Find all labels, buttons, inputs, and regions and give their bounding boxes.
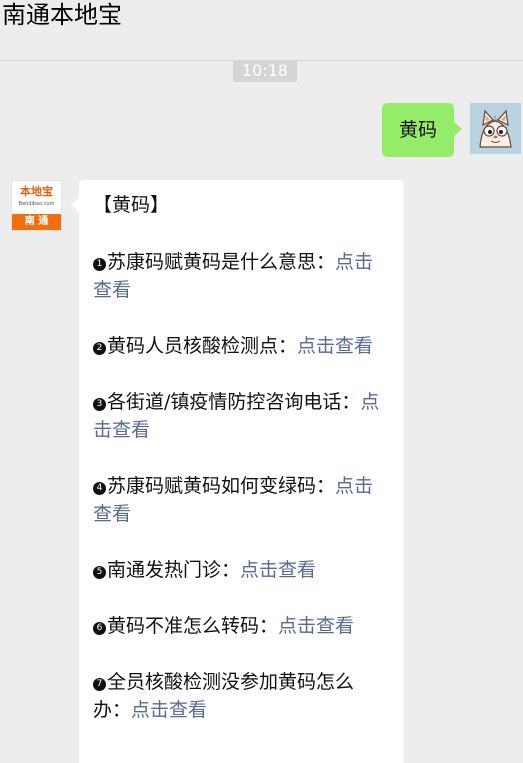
- view-link[interactable]: 点击查看: [297, 335, 373, 357]
- user-message-bubble[interactable]: 黄码: [382, 103, 454, 157]
- logo-sub-text: Bendibao.com: [18, 201, 55, 207]
- number-badge: 5: [93, 566, 106, 579]
- bot-message-bubble: 【黄码】 1 苏康码赋黄码是什么意思：点击查看 2 黄码人员核酸检测点：点击查看 3…: [79, 180, 404, 763]
- logo-main-text: 本地宝: [20, 185, 53, 198]
- list-item: 7 全员核酸检测没参加黄码怎么办：点击查看: [93, 668, 390, 724]
- item-text: 黄码人员核酸检测点：: [107, 335, 298, 357]
- number-badge: 7: [93, 678, 106, 691]
- view-link[interactable]: 点击查看: [240, 559, 316, 581]
- message-timestamp: 10:18: [233, 60, 297, 82]
- user-bubble-tail: [454, 122, 462, 136]
- list-item: 2 黄码人员核酸检测点：点击查看: [93, 332, 390, 360]
- item-text: 各街道/镇疫情防控咨询电话：: [107, 391, 361, 413]
- item-text: 黄码不准怎么转码：: [107, 615, 279, 637]
- cat-avatar-icon: [470, 103, 521, 154]
- bot-avatar[interactable]: 本地宝 Bendibao.com 南 通: [11, 180, 62, 231]
- list-item: 5 南通发热门诊：点击查看: [93, 556, 390, 584]
- view-link[interactable]: 点击查看: [278, 615, 354, 637]
- bot-bubble-tail: [71, 198, 79, 212]
- item-text: 苏康码赋黄码如何变绿码：: [107, 475, 336, 497]
- item-text: 苏康码赋黄码是什么意思：: [107, 251, 336, 273]
- number-badge: 6: [93, 622, 106, 635]
- chat-header: 南通本地宝: [0, 0, 523, 61]
- bendibao-logo: 本地宝 Bendibao.com: [12, 181, 61, 214]
- view-link[interactable]: 点击查看: [131, 699, 207, 721]
- number-badge: 4: [93, 482, 106, 495]
- list-item: 3 各街道/镇疫情防控咨询电话：点击查看: [93, 388, 390, 444]
- user-avatar[interactable]: [470, 103, 521, 154]
- list-item: 6 黄码不准怎么转码：点击查看: [93, 612, 390, 640]
- list-item: 1 苏康码赋黄码是什么意思：点击查看: [93, 248, 390, 304]
- list-item: 4 苏康码赋黄码如何变绿码：点击查看: [93, 472, 390, 528]
- chat-title: 南通本地宝: [2, 1, 122, 29]
- number-badge: 3: [93, 398, 106, 411]
- logo-city-text: 南 通: [12, 214, 61, 230]
- item-text: 南通发热门诊：: [107, 559, 241, 581]
- number-badge: 2: [93, 342, 106, 355]
- number-badge: 1: [93, 258, 106, 271]
- message-title: 【黄码】: [93, 194, 170, 216]
